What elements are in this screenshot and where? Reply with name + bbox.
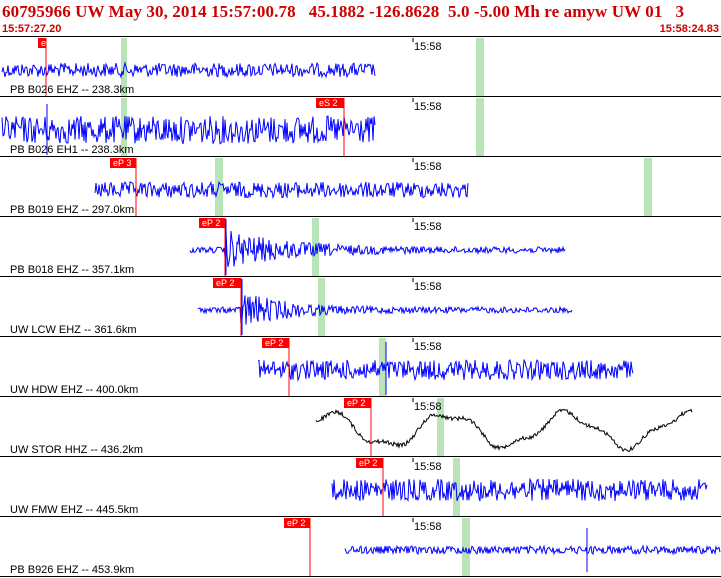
phase-pick-label: eS 2: [319, 98, 338, 108]
station-label: PB B026 EHZ -- 238.3km: [10, 84, 134, 96]
waveform: [1, 115, 376, 145]
minute-tick-label: 15:58: [414, 341, 442, 353]
phase-pick-label: eP 3: [113, 158, 131, 168]
waveform: [344, 544, 721, 556]
station-label: PB B026 EH1 -- 238.3km: [10, 144, 134, 156]
phase-pick-label: eP 2: [347, 398, 365, 408]
trace-row[interactable]: 15:58 eP 2 UW HDW EHZ -- 400.0km: [0, 338, 721, 397]
event-title: 60795966 UW May 30, 2014 15:57:00.78 45.…: [2, 2, 685, 21]
phase-pick-label: eP 2: [216, 278, 234, 288]
minute-tick-label: 15:58: [414, 221, 442, 233]
phase-pick-label: eP 2: [41, 38, 59, 48]
station-label: PB B926 EHZ -- 453.9km: [10, 564, 134, 576]
minute-tick-label: 15:58: [414, 41, 442, 53]
waveform: [1, 61, 376, 79]
trace-row[interactable]: 15:58 eS 2 PB B026 EH1 -- 238.3km: [0, 98, 721, 157]
station-label: UW LCW EHZ -- 361.6km: [10, 324, 137, 336]
window-end-time: 15:58:24.83: [659, 23, 719, 35]
trace-row[interactable]: 15:58 eP 2 PB B926 EHZ -- 453.9km: [0, 518, 721, 577]
station-label: PB B019 EHZ -- 297.0km: [10, 204, 134, 216]
window-start-time: 15:57:27.20: [2, 23, 62, 35]
waveform: [94, 180, 469, 200]
minute-tick-label: 15:58: [414, 461, 442, 473]
minute-tick-label: 15:58: [414, 401, 442, 413]
minute-tick-label: 15:58: [414, 281, 442, 293]
theoretical-arrival-marker: [215, 158, 223, 216]
minute-tick-label: 15:58: [414, 161, 442, 173]
phase-pick-label: eP 2: [359, 458, 377, 468]
trace-row[interactable]: 15:58 eP 3 PB B019 EHZ -- 297.0km: [0, 158, 721, 217]
trace-row[interactable]: 15:58 eP 2 UW STOR HHZ -- 436.2km: [0, 398, 721, 457]
station-label: UW HDW EHZ -- 400.0km: [10, 384, 138, 396]
station-label: UW STOR HHZ -- 436.2km: [10, 444, 143, 456]
minute-tick-label: 15:58: [414, 101, 442, 113]
event-header: 60795966 UW May 30, 2014 15:57:00.78 45.…: [0, 0, 721, 37]
station-label: UW FMW EHZ -- 445.5km: [10, 504, 138, 516]
minute-tick-label: 15:58: [414, 521, 442, 533]
waveform: [315, 408, 693, 453]
station-label: PB B018 EHZ -- 357.1km: [10, 264, 134, 276]
trace-row[interactable]: 15:58 eP 2 UW FMW EHZ -- 445.5km: [0, 458, 721, 517]
theoretical-arrival-marker: [644, 158, 652, 216]
theoretical-arrival-marker: [476, 98, 484, 156]
seismogram-panel[interactable]: 15:58 eP 2 PB B026 EHZ -- 238.3km 15:58 eS 2…: [0, 37, 721, 578]
trace-row[interactable]: 15:58 eP 2 PB B018 EHZ -- 357.1km: [0, 218, 721, 277]
trace-row[interactable]: 15:58 eP 2 UW LCW EHZ -- 361.6km: [0, 278, 721, 337]
trace-row[interactable]: 15:58 eP 2 PB B026 EHZ -- 238.3km: [0, 38, 721, 97]
phase-pick-label: eP 2: [265, 338, 283, 348]
waveform: [197, 295, 573, 325]
waveform: [257, 358, 634, 382]
waveform: [331, 477, 708, 502]
phase-pick-label: eP 2: [202, 218, 220, 228]
theoretical-arrival-marker: [476, 38, 484, 96]
waveform: [189, 230, 566, 267]
phase-pick-label: eP 2: [287, 518, 305, 528]
